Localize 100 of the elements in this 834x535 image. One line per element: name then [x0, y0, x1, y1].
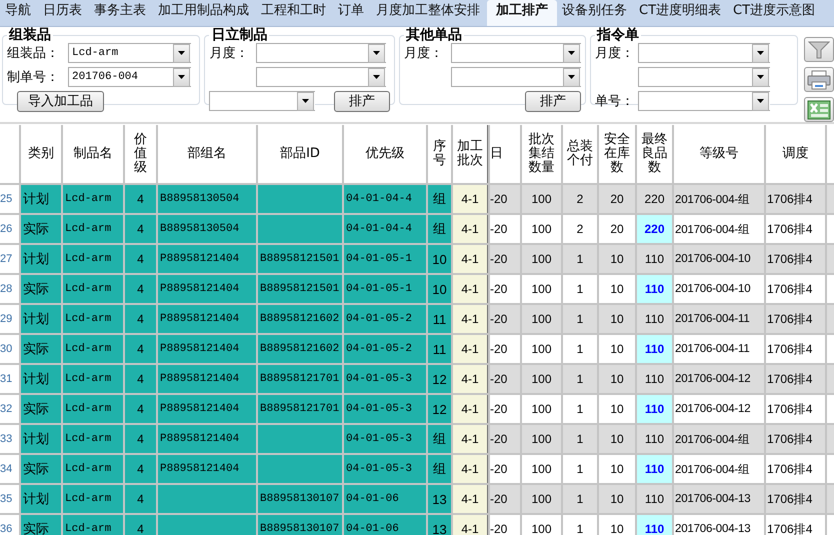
printer-button[interactable]: [804, 67, 834, 92]
table-cell: 04-01-05-3: [344, 425, 426, 453]
column-header[interactable]: 优先级: [344, 125, 426, 183]
tab[interactable]: 导航: [0, 0, 38, 26]
dropdown-field[interactable]: [450, 43, 581, 63]
table-cell: 10: [428, 275, 451, 303]
dropdown-field[interactable]: 201706-004: [68, 67, 191, 87]
tab[interactable]: CT进度明细表: [634, 0, 728, 26]
tab[interactable]: CT进度示意图: [728, 0, 822, 26]
dropdown-button[interactable]: [368, 44, 386, 62]
dropdown-field[interactable]: [209, 91, 316, 111]
table-cell: 100: [522, 515, 561, 535]
dropdown-field[interactable]: [638, 43, 770, 63]
row-number: 33: [0, 425, 19, 453]
table-cell: 4-1: [453, 245, 488, 273]
filter-button[interactable]: [804, 37, 834, 62]
table-cell: 110: [637, 485, 672, 513]
caret-icon: [756, 51, 764, 55]
tab[interactable]: 设备别任务: [557, 0, 634, 26]
dropdown-button[interactable]: [562, 68, 580, 86]
dropdown-button[interactable]: [173, 68, 190, 86]
table-cell: 2: [563, 215, 597, 243]
row-number: 34: [0, 455, 19, 483]
table-cell: 100: [522, 425, 561, 453]
table-cell: Lcd-arm: [63, 365, 123, 393]
dropdown-button[interactable]: [297, 92, 314, 110]
dropdown-field[interactable]: [256, 43, 386, 63]
import-button[interactable]: 导入加工品: [17, 90, 104, 112]
dropdown-button[interactable]: [752, 92, 769, 110]
dropdown-button[interactable]: [173, 44, 190, 62]
table-cell: 4: [125, 305, 156, 333]
tab[interactable]: 事务主表: [89, 0, 153, 26]
column-header[interactable]: 总装个付: [563, 125, 597, 183]
dropdown-button[interactable]: [752, 68, 769, 86]
dropdown-field[interactable]: [638, 67, 770, 87]
column-header[interactable]: 制品名: [63, 125, 123, 183]
table-cell: 计划: [21, 185, 61, 213]
table-cell: 12: [428, 395, 451, 423]
column-header[interactable]: 最终良品数: [637, 125, 672, 183]
dropdown-field[interactable]: Lcd-arm: [68, 43, 191, 63]
table-cell: 1706排4: [766, 485, 825, 513]
dropdown-button[interactable]: [368, 68, 386, 86]
table-cell: 110: [637, 515, 672, 535]
table-cell: 201706-004-10: [674, 275, 764, 303]
column-header[interactable]: 价值级: [125, 125, 156, 183]
tab[interactable]: 月度加工整体安排: [371, 0, 487, 26]
table-cell: 04-01-05-3: [344, 455, 426, 483]
dropdown-field[interactable]: [256, 67, 386, 87]
table-cell: 1: [563, 335, 597, 363]
column-header[interactable]: 调度: [766, 125, 825, 183]
dropdown-button[interactable]: [752, 44, 769, 62]
table-cell: B88958121501: [258, 275, 342, 303]
column-header[interactable]: 序号: [428, 125, 451, 183]
table-cell: P88958121404: [158, 275, 256, 303]
table-cell: 1: [563, 395, 597, 423]
table-cell: 100: [522, 365, 561, 393]
table-cell: P88958121404: [158, 425, 256, 453]
dropdown-field[interactable]: [638, 91, 770, 111]
table-cell: 4: [125, 455, 156, 483]
table-cell: 1: [563, 485, 597, 513]
dropdown-button[interactable]: [562, 44, 580, 62]
row-number: 31: [0, 365, 19, 393]
table-cell: 110: [637, 455, 672, 483]
dropdown-field[interactable]: [450, 67, 581, 87]
column-header[interactable]: 类别: [21, 125, 61, 183]
field-label: 月度：: [404, 45, 444, 62]
row-number: 28: [0, 275, 19, 303]
column-header[interactable]: 等级号: [674, 125, 764, 183]
table-cell: 4: [125, 335, 156, 363]
table-cell: 11: [428, 335, 451, 363]
caret-icon: [756, 75, 764, 79]
field-label: 组装品：: [7, 45, 60, 62]
table-cell: 04-01-04-4: [344, 215, 426, 243]
caret-icon: [302, 99, 310, 103]
table-cell: 10: [599, 395, 635, 423]
column-header[interactable]: 加工批次: [453, 125, 488, 183]
tab[interactable]: 加工用制品构成: [153, 0, 256, 26]
column-header[interactable]: 安全在库数: [599, 125, 635, 183]
column-header[interactable]: 部组名: [158, 125, 256, 183]
row-number: 32: [0, 395, 19, 423]
table-cell: 4-1: [453, 215, 488, 243]
row-number: 29: [0, 305, 19, 333]
table-cell: 220: [637, 185, 672, 213]
tab[interactable]: 日历表: [38, 0, 89, 26]
column-header[interactable]: 批次集结数量: [522, 125, 561, 183]
row-number: 35: [0, 485, 19, 513]
spreadsheet-button[interactable]: [804, 97, 834, 122]
column-header[interactable]: 部品ID: [258, 125, 342, 183]
row-number: 27: [0, 245, 19, 273]
table-cell: 04-01-05-3: [344, 365, 426, 393]
schedule-button[interactable]: 排产: [334, 90, 390, 112]
table-cell: 110: [637, 275, 672, 303]
caret-icon: [178, 75, 185, 79]
table-cell: 10: [428, 245, 451, 273]
tab[interactable]: 工程和工时: [256, 0, 333, 26]
table-cell: Lcd-arm: [63, 395, 123, 423]
schedule-button[interactable]: 排产: [524, 90, 581, 112]
tab[interactable]: 订单: [333, 0, 371, 26]
tab[interactable]: 加工排产: [487, 0, 557, 26]
column-header[interactable]: 日: [490, 125, 520, 183]
